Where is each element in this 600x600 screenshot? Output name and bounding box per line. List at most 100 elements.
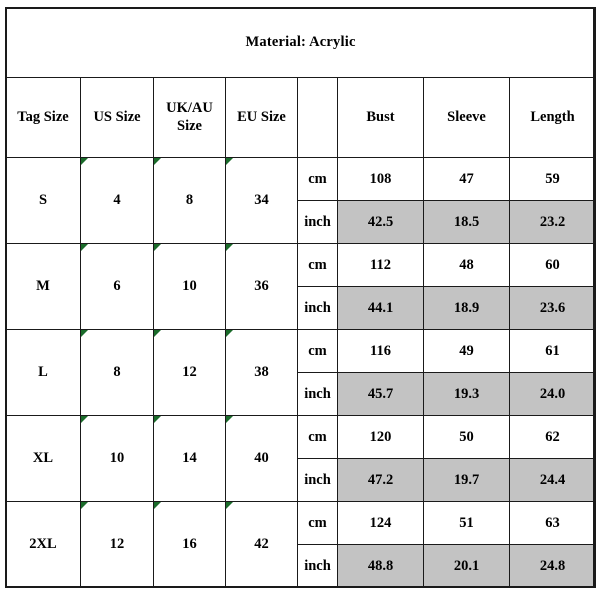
cell-eu-size: 40 <box>225 415 298 502</box>
cell-value: 8 <box>113 364 121 380</box>
cell-bust-cm: 116 <box>337 329 424 373</box>
cell-length-cm: 60 <box>508 243 597 287</box>
cell-unit-cm: cm <box>297 501 338 545</box>
header-uk-au-size: UK/AU Size <box>153 77 226 158</box>
error-indicator-icon <box>226 416 233 423</box>
cell-bust-inch: 47.2 <box>337 458 424 502</box>
cell-unit-inch: inch <box>297 372 338 416</box>
title-row: Material: Acrylic <box>4 7 597 78</box>
cell-unit-inch: inch <box>297 200 338 244</box>
cell-unit-cm: cm <box>297 329 338 373</box>
cell-value: 4 <box>113 192 121 208</box>
error-indicator-icon <box>81 158 88 165</box>
cell-tag-size: XL <box>5 415 81 502</box>
error-indicator-icon <box>81 330 88 337</box>
cell-uk-au-size: 10 <box>153 243 226 330</box>
header-row: Tag Size US Size UK/AU Size EU Size Bust… <box>5 77 597 158</box>
cell-bust-cm: 108 <box>337 157 424 201</box>
cell-us-size: 10 <box>80 415 154 502</box>
cell-sleeve-cm: 50 <box>423 415 510 459</box>
cell-bust-cm: 124 <box>337 501 424 545</box>
cell-eu-size: 38 <box>225 329 298 416</box>
table-row: M 6 10 36 cm 112 48 60 <box>5 243 597 330</box>
error-indicator-icon <box>81 502 88 509</box>
error-indicator-icon <box>154 330 161 337</box>
cell-us-size: 4 <box>80 157 154 244</box>
error-indicator-icon <box>226 330 233 337</box>
cell-eu-size: 36 <box>225 243 298 330</box>
cell-length-inch: 23.6 <box>508 286 597 330</box>
header-sleeve: Sleeve <box>423 77 510 158</box>
size-chart-sheet: Material: Acrylic Tag Size US Size UK/AU… <box>4 7 597 588</box>
cell-value: 10 <box>109 450 125 466</box>
cell-length-inch: 24.4 <box>508 458 597 502</box>
error-indicator-icon <box>226 244 233 251</box>
cell-length-inch: 23.2 <box>508 200 597 244</box>
cell-unit-cm: cm <box>297 415 338 459</box>
header-unit <box>297 77 338 158</box>
cell-uk-au-size: 16 <box>153 501 226 588</box>
cell-uk-au-size: 14 <box>153 415 226 502</box>
cell-length-cm: 63 <box>508 501 597 545</box>
cell-sleeve-inch: 19.3 <box>423 372 510 416</box>
cell-sleeve-cm: 51 <box>423 501 510 545</box>
cell-unit-inch: inch <box>297 458 338 502</box>
cell-sleeve-inch: 19.7 <box>423 458 510 502</box>
cell-sleeve-cm: 48 <box>423 243 510 287</box>
cell-value: 40 <box>254 450 269 466</box>
error-indicator-icon <box>154 502 161 509</box>
cell-us-size: 12 <box>80 501 154 588</box>
cell-tag-size: M <box>5 243 81 330</box>
cell-value: 34 <box>254 192 269 208</box>
cell-sleeve-inch: 20.1 <box>423 544 510 588</box>
cell-bust-inch: 44.1 <box>337 286 424 330</box>
cell-unit-inch: inch <box>297 286 338 330</box>
cell-sleeve-inch: 18.9 <box>423 286 510 330</box>
cell-sleeve-inch: 18.5 <box>423 200 510 244</box>
cell-value: 8 <box>185 192 194 208</box>
cell-us-size: 8 <box>80 329 154 416</box>
header-bust: Bust <box>337 77 424 158</box>
table-row: L 8 12 38 cm 116 49 61 <box>5 329 597 416</box>
error-indicator-icon <box>226 502 233 509</box>
error-indicator-icon <box>154 244 161 251</box>
cell-uk-au-size: 8 <box>153 157 226 244</box>
table-row: 2XL 12 16 42 cm 124 51 63 <box>5 501 597 588</box>
cell-value: 10 <box>182 278 197 294</box>
cell-value: 6 <box>113 278 121 294</box>
header-tag-size: Tag Size <box>5 77 81 158</box>
cell-bust-inch: 48.8 <box>337 544 424 588</box>
header-length: Length <box>508 77 597 158</box>
cell-length-cm: 61 <box>508 329 597 373</box>
cell-tag-size: L <box>5 329 81 416</box>
cell-bust-cm: 112 <box>337 243 424 287</box>
error-indicator-icon <box>226 158 233 165</box>
cell-bust-inch: 42.5 <box>337 200 424 244</box>
table-row: S 4 8 34 cm 108 47 59 <box>5 157 597 244</box>
cell-eu-size: 34 <box>225 157 298 244</box>
cell-length-cm: 59 <box>508 157 597 201</box>
cell-eu-size: 42 <box>225 501 298 588</box>
header-eu-size: EU Size <box>225 77 298 158</box>
size-chart-table: Material: Acrylic Tag Size US Size UK/AU… <box>4 7 597 588</box>
header-us-size: US Size <box>80 77 154 158</box>
cell-value: 14 <box>182 450 197 466</box>
table-row: XL 10 14 40 cm 120 50 62 <box>5 415 597 502</box>
cell-value: 16 <box>182 536 197 552</box>
cell-tag-size: S <box>5 157 81 244</box>
error-indicator-icon <box>154 158 161 165</box>
cell-unit-cm: cm <box>297 157 338 201</box>
cell-length-cm: 62 <box>508 415 597 459</box>
cell-sleeve-cm: 49 <box>423 329 510 373</box>
cell-value: 38 <box>254 364 269 380</box>
cell-uk-au-size: 12 <box>153 329 226 416</box>
error-indicator-icon <box>81 416 88 423</box>
cell-length-inch: 24.8 <box>508 544 597 588</box>
cell-unit-cm: cm <box>297 243 338 287</box>
cell-bust-cm: 120 <box>337 415 424 459</box>
cell-value: 12 <box>182 364 197 380</box>
cell-us-size: 6 <box>80 243 154 330</box>
error-indicator-icon <box>154 416 161 423</box>
cell-tag-size: 2XL <box>5 501 81 588</box>
page-title: Material: Acrylic <box>4 7 597 78</box>
